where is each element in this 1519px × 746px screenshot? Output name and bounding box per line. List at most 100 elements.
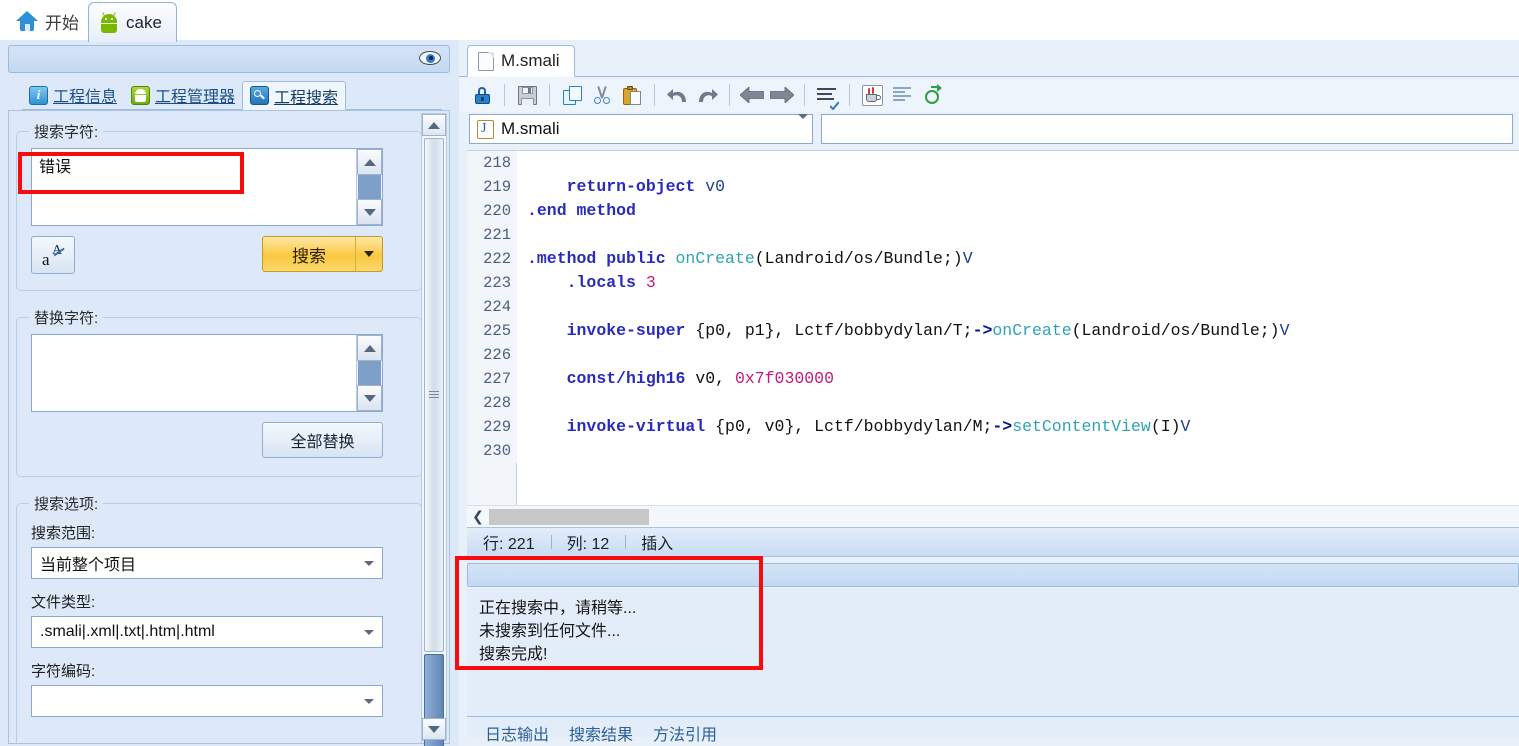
align-icon[interactable]: [889, 82, 915, 108]
tab-project-info[interactable]: i 工程信息: [22, 81, 124, 109]
filetype-label: 文件类型:: [31, 594, 96, 611]
editor-tab-strip: M.smali: [459, 45, 1519, 77]
bottom-tab-strip: 日志输出 搜索结果 方法引用: [467, 716, 1519, 746]
code-line: 226: [467, 343, 1519, 367]
scrollbar-thumb[interactable]: [424, 138, 444, 652]
copy-icon[interactable]: [559, 82, 585, 108]
search-dropdown-button[interactable]: [356, 237, 382, 271]
line-number: 229: [467, 415, 517, 439]
window-tab-cake[interactable]: cake: [88, 2, 177, 42]
code-text: .method public onCreate(Landroid/os/Bund…: [527, 249, 973, 268]
bottom-tab-log-output[interactable]: 日志输出: [475, 720, 559, 746]
scroll-up-icon[interactable]: [357, 149, 382, 175]
editor-panel: M.smali J M.smali 218 219 return-object …: [459, 40, 1519, 746]
code-text: const/high16 v0, 0x7f030000: [566, 369, 834, 388]
status-column: 列: 12: [550, 530, 626, 554]
hscrollbar-thumb[interactable]: [489, 508, 649, 525]
window-tab-start-label: 开始: [45, 13, 79, 33]
scope-select[interactable]: 当前整个项目: [31, 547, 383, 579]
search-input-scrollbar[interactable]: [356, 149, 382, 225]
code-line: 221: [467, 223, 1519, 247]
filetype-select-value: .smali|.xml|.txt|.htm|.html: [40, 623, 215, 640]
arrow-right-icon[interactable]: [769, 82, 795, 108]
line-number: 224: [467, 295, 517, 319]
tab-project-info-label: 工程信息: [53, 89, 118, 106]
search-input[interactable]: 错误: [31, 148, 383, 226]
window-tab-start[interactable]: 开始: [6, 2, 93, 40]
search-button[interactable]: 搜索: [262, 236, 383, 272]
scroll-left-icon[interactable]: ❮: [467, 508, 489, 525]
left-panel-header-strip: [8, 45, 450, 73]
code-line: 224: [467, 295, 1519, 319]
java-file-icon: J: [477, 119, 494, 139]
editor-toolbar: [459, 78, 1519, 112]
application-window: 开始 cake i 工程信息 工程管理器 工程搜索 搜索字符: 错误 a 搜索 …: [0, 0, 1519, 746]
editor-horizontal-scrollbar[interactable]: ❮: [467, 505, 1519, 527]
tab-project-search[interactable]: 工程搜索: [242, 81, 347, 110]
tab-project-manager-label: 工程管理器: [155, 89, 236, 106]
replace-input-scrollbar[interactable]: [356, 335, 382, 411]
arrow-left-icon[interactable]: [739, 82, 765, 108]
paste-icon[interactable]: [619, 82, 645, 108]
replace-string-group: 替换字符: 全部替换: [16, 307, 422, 477]
editor-tab-msmali[interactable]: M.smali: [467, 45, 575, 77]
java-icon[interactable]: [859, 82, 885, 108]
code-line: 220 .end method: [467, 199, 1519, 223]
scroll-up-icon[interactable]: [357, 335, 382, 361]
scroll-down-icon[interactable]: [422, 718, 446, 740]
eye-icon[interactable]: [419, 51, 441, 65]
replace-string-group-title: 替换字符:: [29, 307, 104, 328]
format-lines-icon[interactable]: [814, 82, 840, 110]
encoding-select[interactable]: [31, 685, 383, 717]
chevron-down-icon: [360, 560, 378, 566]
left-panel: i 工程信息 工程管理器 工程搜索 搜索字符: 错误 a 搜索 替换字符: 全部…: [0, 40, 458, 746]
info-icon: i: [29, 85, 48, 105]
search-options-group: 搜索选项: 搜索范围: 当前整个项目 文件类型: .smali|.xml|.tx…: [16, 493, 422, 743]
toolbar-separator: [549, 84, 550, 106]
bottom-tab-search-results[interactable]: 搜索结果: [559, 720, 643, 746]
scope-label: 搜索范围:: [31, 525, 96, 542]
code-line: 222 .method public onCreate(Landroid/os/B…: [467, 247, 1519, 271]
replace-input[interactable]: [31, 334, 383, 412]
log-line: 正在搜索中，请稍等...: [479, 600, 637, 617]
search-string-group: 搜索字符: 错误 Aa: [16, 121, 422, 291]
refresh-icon[interactable]: [919, 82, 945, 108]
search-options-group-title: 搜索选项:: [29, 493, 104, 514]
bottom-tab-log-output-label: 日志输出: [485, 727, 550, 744]
left-panel-scrollbar[interactable]: [421, 113, 447, 746]
replace-input-value: [32, 335, 382, 343]
tab-project-manager[interactable]: 工程管理器: [124, 81, 242, 109]
log-line: 未搜索到任何文件...: [479, 623, 621, 640]
line-number: 226: [467, 343, 517, 367]
line-number: 222: [467, 247, 517, 271]
file-select[interactable]: J M.smali: [469, 114, 813, 144]
cut-icon[interactable]: [589, 82, 615, 108]
encoding-label: 字符编码:: [31, 663, 96, 680]
toolbar-separator: [654, 84, 655, 106]
line-number: 225: [467, 319, 517, 343]
panel-splitter[interactable]: [452, 40, 459, 746]
search-string-group-title: 搜索字符:: [29, 121, 104, 142]
scroll-up-icon[interactable]: [422, 114, 446, 136]
match-case-button[interactable]: Aa: [31, 236, 75, 274]
android-icon: [131, 85, 151, 105]
status-line: 行: 221: [483, 536, 535, 553]
code-lines[interactable]: 218 219 return-object v0 220 .end method 221…: [467, 151, 1519, 505]
bottom-tab-method-refs[interactable]: 方法引用: [643, 720, 727, 746]
left-panel-scroll-area: 搜索字符: 错误 Aa: [8, 110, 450, 746]
undo-icon[interactable]: [664, 82, 690, 108]
toolbar-separator: [504, 84, 505, 106]
code-text: invoke-super {p0, p1}, Lctf/bobbydylan/T…: [566, 321, 1290, 340]
filetype-select[interactable]: .smali|.xml|.txt|.htm|.html: [31, 616, 383, 648]
scroll-down-icon[interactable]: [357, 199, 382, 225]
lock-icon[interactable]: [469, 82, 495, 108]
save-icon[interactable]: [514, 82, 540, 108]
symbol-select[interactable]: [821, 114, 1513, 144]
code-editor[interactable]: 218 219 return-object v0 220 .end method 221…: [467, 150, 1519, 505]
editor-combo-row: J M.smali: [459, 112, 1519, 146]
redo-icon[interactable]: [694, 82, 720, 108]
scroll-down-icon[interactable]: [357, 385, 382, 411]
replace-all-button[interactable]: 全部替换: [262, 422, 383, 458]
line-number: 221: [467, 223, 517, 247]
